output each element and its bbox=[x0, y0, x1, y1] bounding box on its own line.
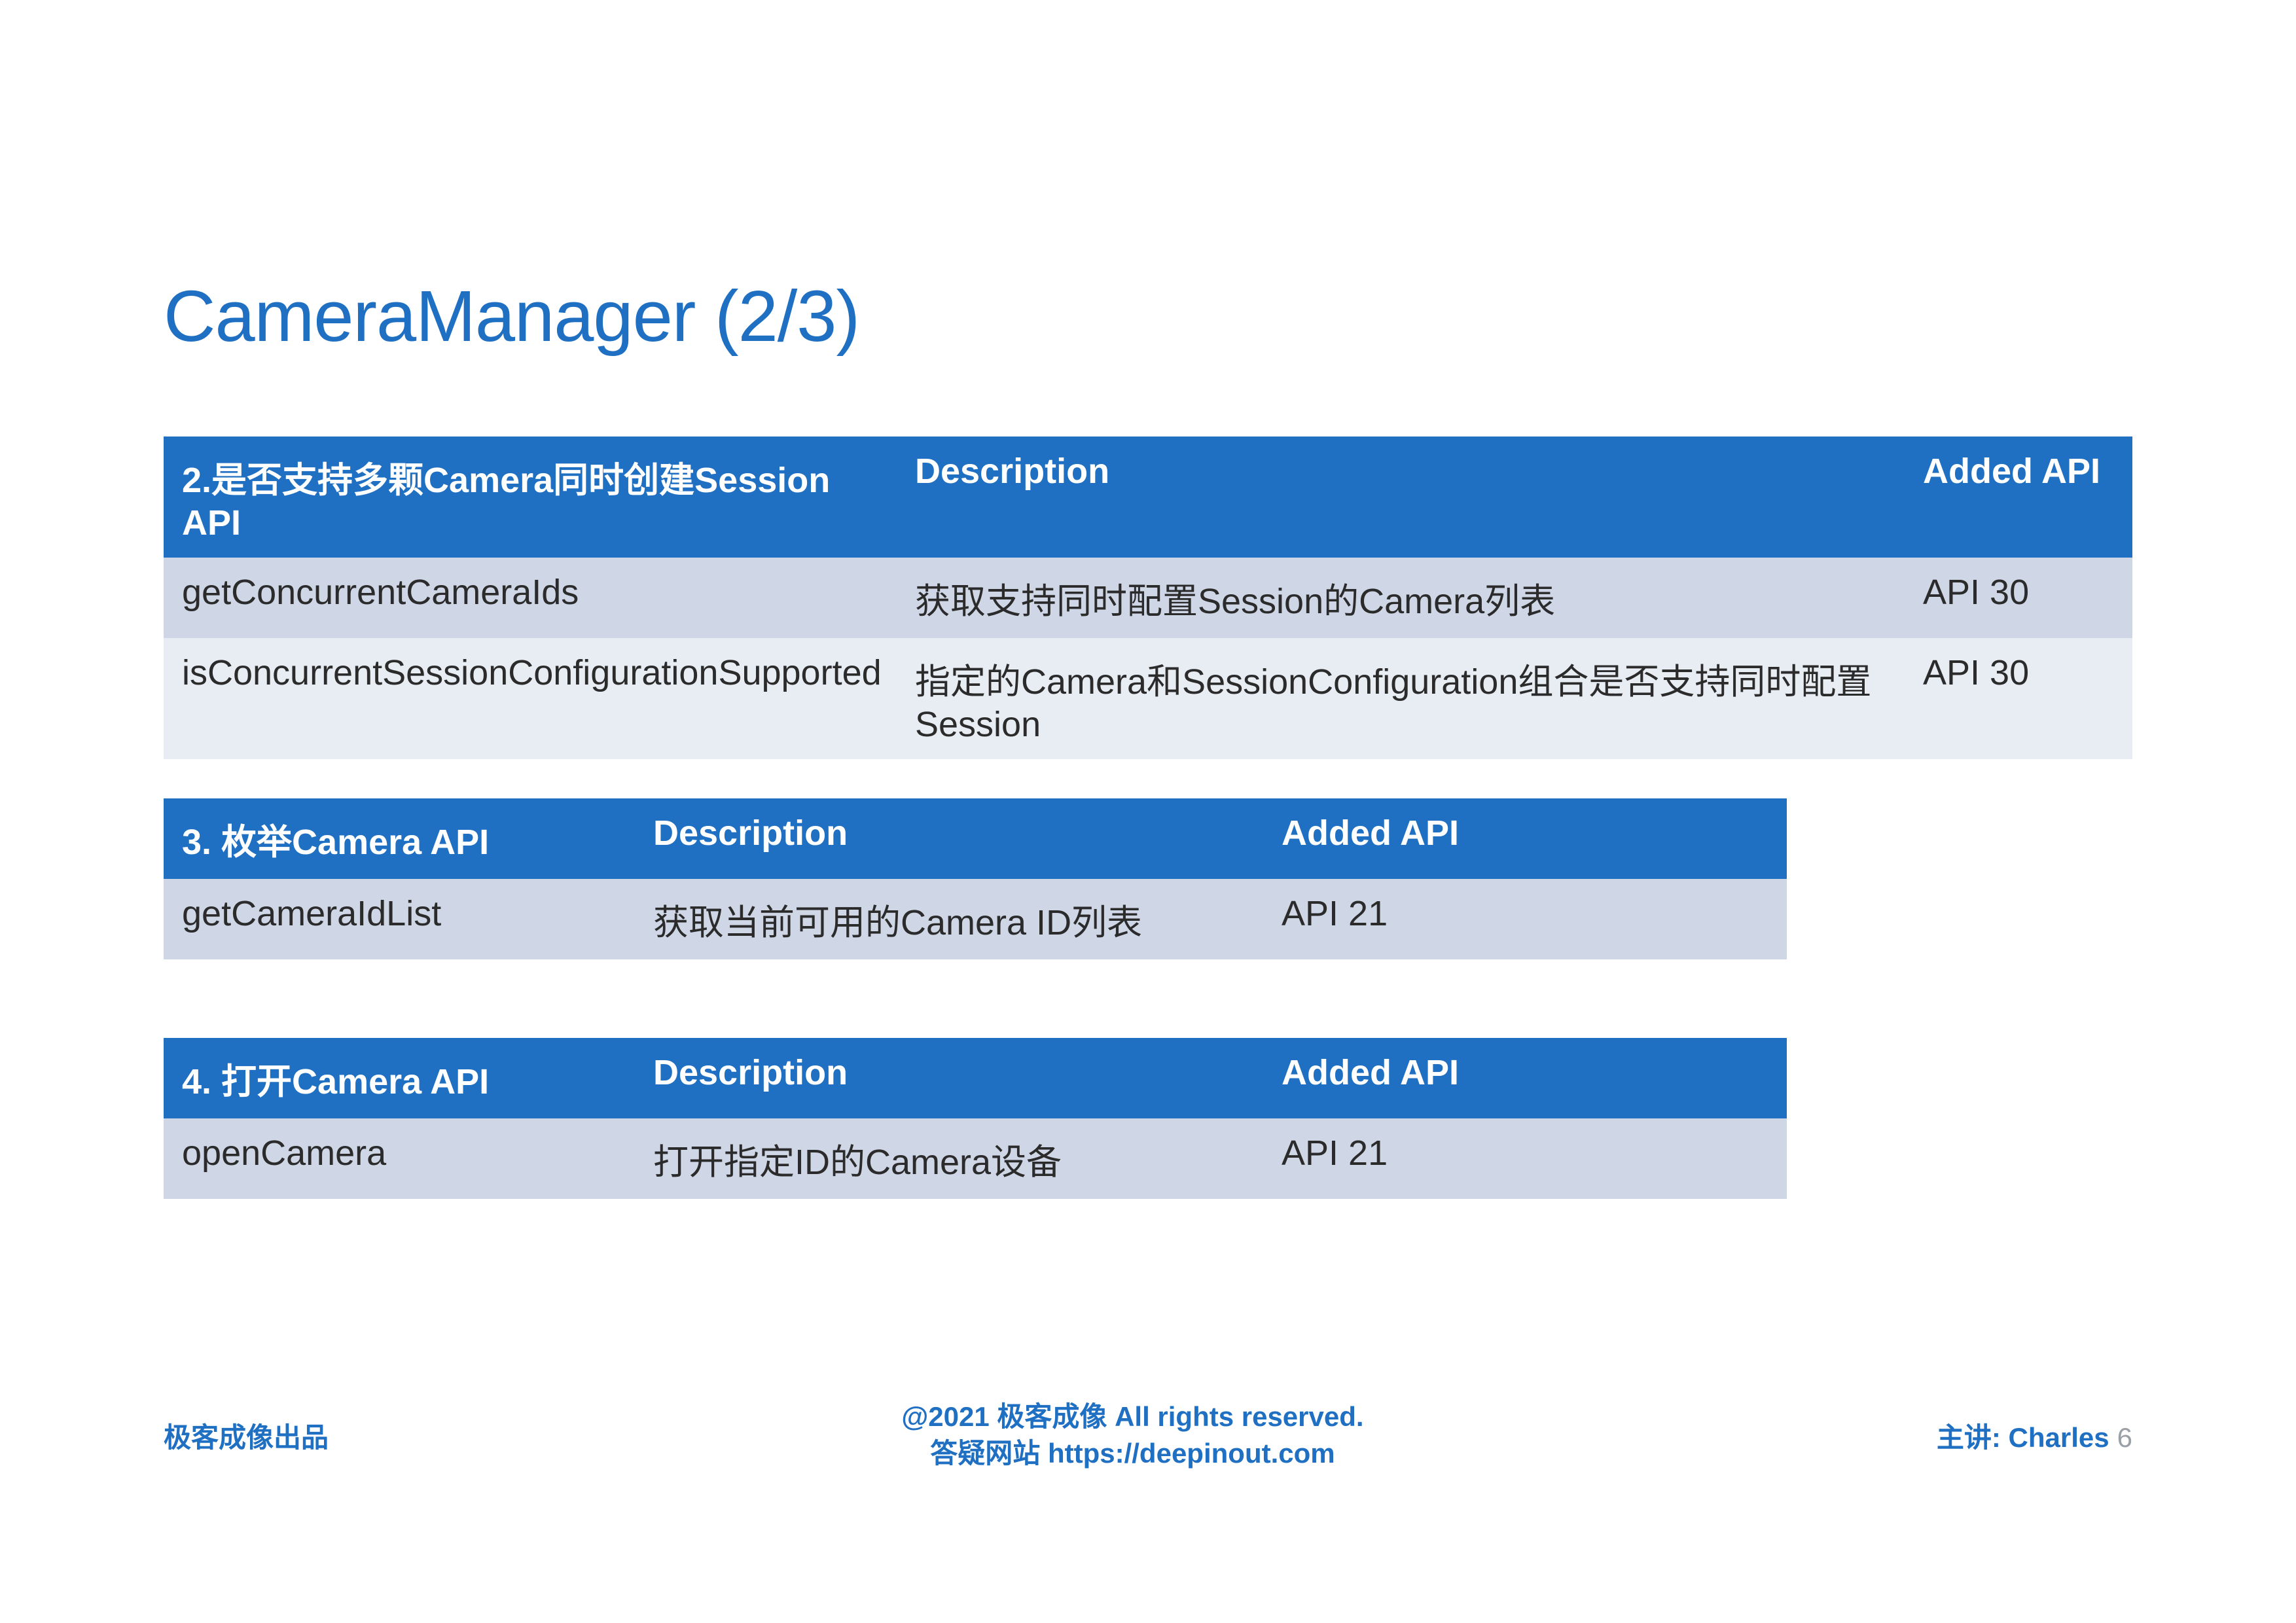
table-cell: 获取支持同时配置Session的Camera列表 bbox=[897, 558, 1905, 638]
table-cell: API 30 bbox=[1905, 558, 2132, 638]
footer: 极客成像出品 @2021 极客成像 All rights reserved. 答… bbox=[164, 1399, 2132, 1472]
table-row: getConcurrentCameraIds获取支持同时配置Session的Ca… bbox=[164, 558, 2132, 638]
table-row: getCameraIdList获取当前可用的Camera ID列表API 21 bbox=[164, 879, 1787, 959]
table-cell: API 30 bbox=[1905, 638, 2132, 759]
footer-center-line1: @2021 极客成像 All rights reserved. bbox=[901, 1399, 1363, 1436]
footer-center-line2: 答疑网站 https://deepinout.com bbox=[901, 1435, 1363, 1472]
table-header-cell: 4. 打开Camera API bbox=[164, 1038, 635, 1118]
presenter-label: 主讲: Charles bbox=[1937, 1416, 2109, 1455]
table-header-cell: Added API bbox=[1263, 1038, 1787, 1118]
table-header-cell: Description bbox=[635, 798, 1263, 879]
footer-right: 主讲: Charles 6 bbox=[1937, 1416, 2132, 1455]
table-row: isConcurrentSessionConfigurationSupporte… bbox=[164, 638, 2132, 759]
tables-container: 2.是否支持多颗Camera同时创建Session APIDescription… bbox=[164, 437, 2132, 1199]
api-table: 2.是否支持多颗Camera同时创建Session APIDescription… bbox=[164, 437, 2132, 759]
table-cell: 指定的Camera和SessionConfiguration组合是否支持同时配置… bbox=[897, 638, 1905, 759]
table-cell: openCamera bbox=[164, 1118, 635, 1199]
table-cell: API 21 bbox=[1263, 1118, 1787, 1199]
table-cell: 获取当前可用的Camera ID列表 bbox=[635, 879, 1263, 959]
footer-left: 极客成像出品 bbox=[164, 1416, 329, 1455]
page-title: CameraManager (2/3) bbox=[164, 275, 2132, 358]
table-cell: getConcurrentCameraIds bbox=[164, 558, 897, 638]
table-cell: getCameraIdList bbox=[164, 879, 635, 959]
api-table: 4. 打开Camera APIDescriptionAdded APIopenC… bbox=[164, 1038, 1787, 1199]
table-header-cell: Description bbox=[897, 437, 1905, 558]
table-header-cell: 3. 枚举Camera API bbox=[164, 798, 635, 879]
table-row: openCamera打开指定ID的Camera设备API 21 bbox=[164, 1118, 1787, 1199]
table-cell: 打开指定ID的Camera设备 bbox=[635, 1118, 1263, 1199]
table-header-cell: Added API bbox=[1263, 798, 1787, 879]
table-header-cell: 2.是否支持多颗Camera同时创建Session API bbox=[164, 437, 897, 558]
table-header-cell: Description bbox=[635, 1038, 1263, 1118]
table-cell: API 21 bbox=[1263, 879, 1787, 959]
page-number: 6 bbox=[2117, 1422, 2132, 1454]
api-table: 3. 枚举Camera APIDescriptionAdded APIgetCa… bbox=[164, 798, 1787, 959]
footer-center: @2021 极客成像 All rights reserved. 答疑网站 htt… bbox=[901, 1399, 1363, 1472]
table-cell: isConcurrentSessionConfigurationSupporte… bbox=[164, 638, 897, 759]
table-header-cell: Added API bbox=[1905, 437, 2132, 558]
